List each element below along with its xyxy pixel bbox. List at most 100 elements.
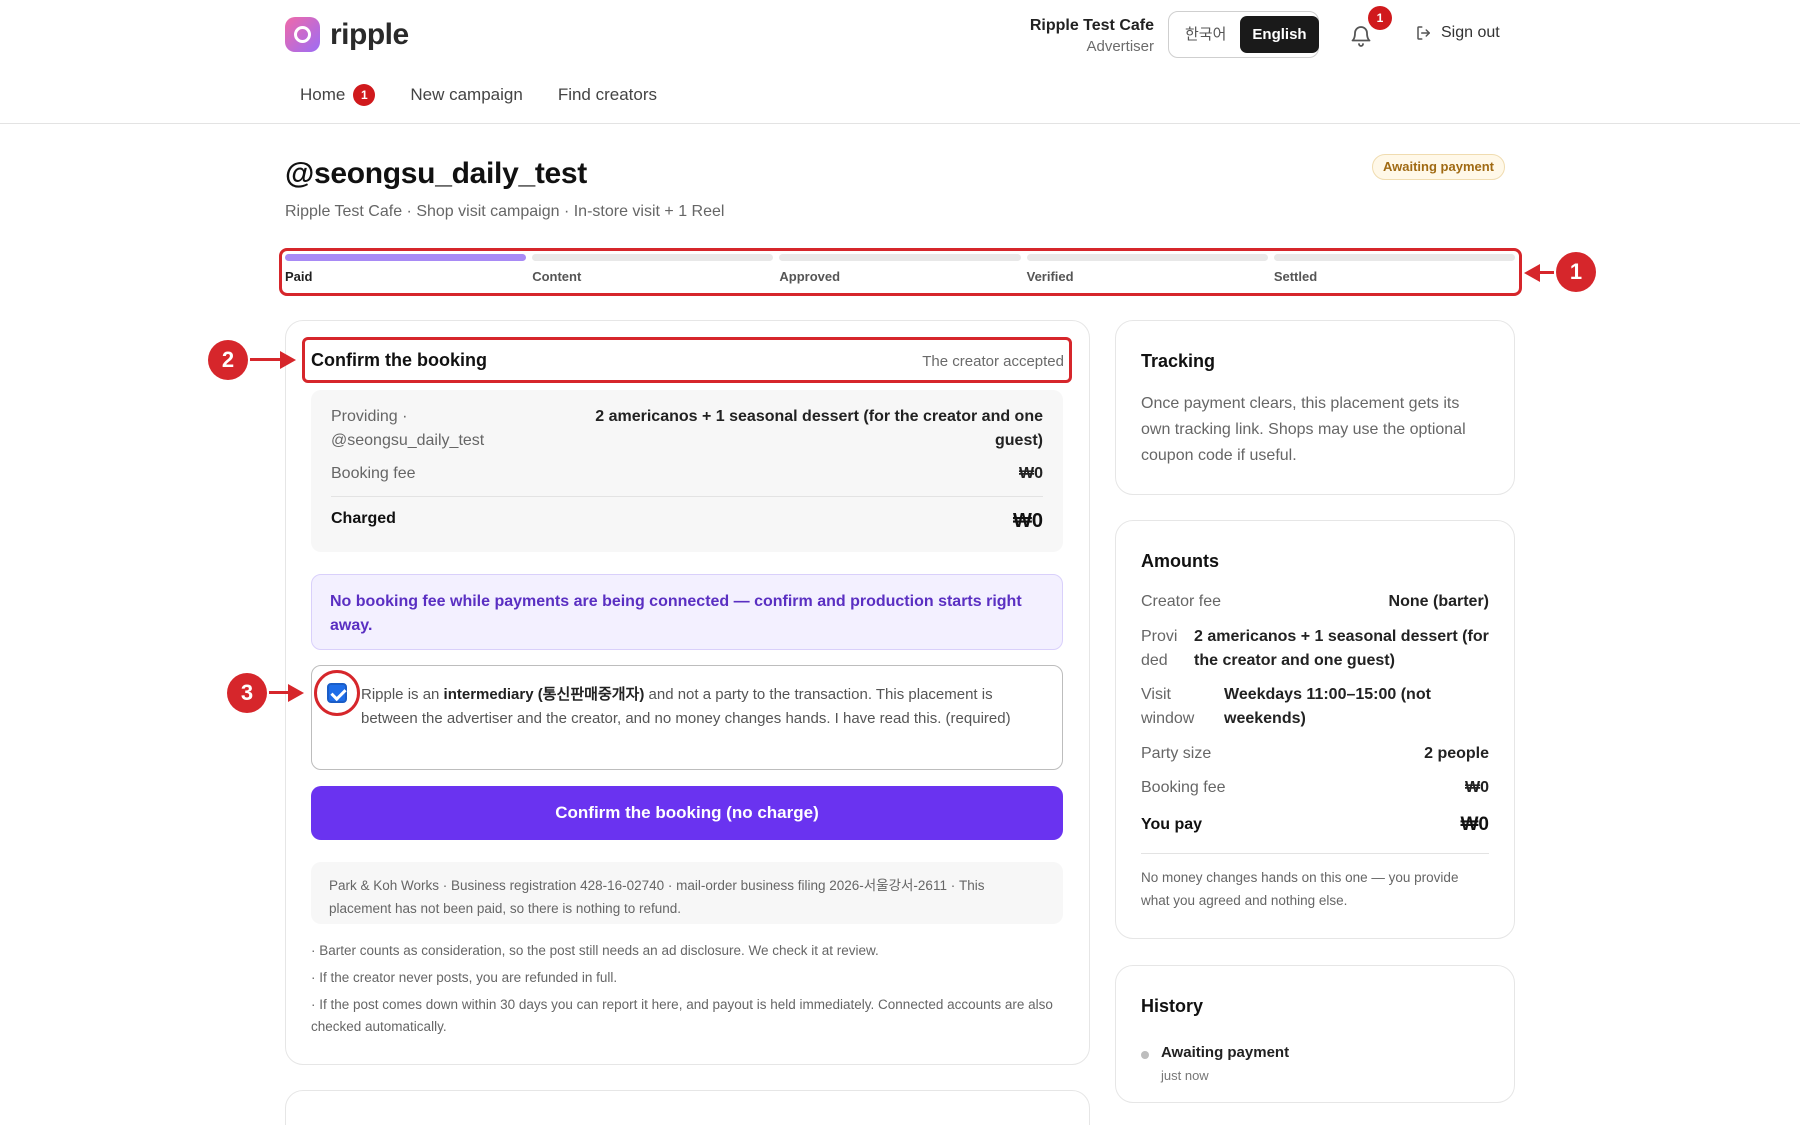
amount-row-you-pay: You pay ₩0 [1141, 813, 1489, 837]
logo[interactable]: ripple [285, 17, 409, 52]
bell-icon[interactable] [1349, 24, 1373, 48]
account-name: Ripple Test Cafe [1029, 17, 1154, 34]
nav-item-find-creators[interactable]: Find creators [558, 85, 657, 105]
progress-step-paid: Paid [285, 254, 527, 284]
summary-value: ₩0 [1019, 465, 1043, 482]
nav-item-new-campaign[interactable]: New campaign [410, 85, 522, 105]
annotation-callout-3: 3 [227, 673, 267, 713]
sign-out-icon [1417, 26, 1430, 40]
language-switch: 한국어 English [1168, 11, 1319, 58]
section-meta: The creator accepted [922, 353, 1064, 370]
annotation-arrow [269, 691, 289, 694]
page-title: @seongsu_daily_test [285, 157, 587, 190]
history-time: just now [1161, 1068, 1209, 1083]
divider [1141, 853, 1489, 854]
progress-bar [285, 254, 527, 261]
nav-item-label: New campaign [410, 85, 523, 104]
account-role: Advertiser [1086, 38, 1154, 55]
legal-notice: Park & Koh Works · Business registration… [311, 862, 1063, 924]
consent-text-bold: intermediary (통신판매중개자) [443, 686, 645, 703]
amounts-note: No money changes hands on this one — you… [1141, 870, 1459, 908]
progress-step-label: Verified [1026, 269, 1074, 284]
summary-row-providing: Providing · @seongsu_daily_test 2 americ… [331, 405, 1043, 453]
booking-summary: Providing · @seongsu_daily_test 2 americ… [311, 390, 1063, 552]
consent-text-pre: Ripple is an [361, 686, 444, 703]
annotation-arrowhead [280, 351, 296, 369]
sign-out-button[interactable]: Sign out [1415, 24, 1500, 42]
amount-value: 2 people [1424, 745, 1489, 762]
progress-bar [532, 254, 774, 261]
app-header: ripple Ripple Test Cafe Advertiser 한국어 E… [0, 0, 1800, 124]
tracking-title: Tracking [1141, 351, 1216, 371]
progress-step-verified: Verified [1026, 254, 1268, 284]
amount-label: Party size [1141, 745, 1212, 762]
summary-label: Charged [331, 510, 396, 527]
sign-out-label: Sign out [1441, 24, 1500, 41]
language-option-korean[interactable]: 한국어 [1173, 16, 1238, 53]
amount-row-creator-fee: Creator fee None (barter) [1141, 590, 1489, 614]
amount-value: ₩0 [1465, 779, 1489, 796]
amount-label: Creator fee [1141, 593, 1222, 610]
nav-item-home[interactable]: Home 1 [300, 84, 376, 106]
next-card [285, 1090, 1090, 1125]
amount-row-provided: Provided 2 americanos + 1 seasonal desse… [1141, 625, 1489, 673]
amount-value: None (barter) [1388, 593, 1489, 610]
amounts-title: Amounts [1141, 551, 1219, 571]
tracking-card: Tracking Once payment clears, this place… [1115, 320, 1515, 495]
progress-step-label: Approved [779, 269, 841, 284]
progress-step-content: Content [532, 254, 774, 284]
amount-value: ₩0 [1460, 814, 1490, 835]
status-badge: Awaiting payment [1372, 154, 1506, 180]
progress-step-label: Paid [285, 269, 313, 284]
annotation-arrow [250, 358, 280, 361]
annotation-arrowhead [1524, 264, 1540, 282]
nav-item-label: Find creators [557, 85, 658, 104]
progress-bar [779, 254, 1021, 261]
summary-row-booking-fee: Booking fee ₩0 [331, 465, 1043, 483]
annotation-callout-1: 1 [1556, 252, 1596, 292]
nav-badge: 1 [353, 84, 376, 106]
account-info: Ripple Test Cafe Advertiser [1030, 17, 1154, 55]
main-nav: Home 1 New campaign Find creators [300, 84, 657, 106]
consent-text: Ripple is an intermediary (통신판매중개자) and … [361, 683, 1041, 731]
amount-label: Booking fee [1141, 779, 1226, 796]
consent-box[interactable]: Ripple is an intermediary (통신판매중개자) and … [311, 665, 1063, 770]
divider [331, 496, 1043, 497]
progress-step-settled: Settled [1273, 254, 1516, 284]
amount-value: Weekdays 11:00–15:00 (not weekends) [1224, 686, 1431, 727]
summary-value: 2 americanos + 1 seasonal dessert (for t… [595, 408, 1043, 449]
annotation-ring-checkbox [314, 670, 360, 716]
note-item: · If the creator never posts, you are re… [311, 970, 618, 985]
history-card: History Awaiting payment just now [1115, 965, 1515, 1103]
progress-step-label: Content [532, 269, 582, 284]
amount-label: Provided [1141, 628, 1178, 669]
section-title: Confirm the booking [311, 350, 487, 370]
amounts-card: Amounts Creator fee None (barter) Provid… [1115, 520, 1515, 939]
summary-value: ₩0 [1013, 510, 1043, 532]
info-banner: No booking fee while payments are being … [311, 574, 1063, 650]
history-event: Awaiting payment [1161, 1044, 1290, 1061]
progress-step-label: Settled [1273, 269, 1318, 284]
notification-badge: 1 [1368, 6, 1392, 30]
ripple-logo-icon [285, 17, 320, 52]
page-subtitle: Ripple Test Cafe · Shop visit campaign ·… [285, 203, 725, 220]
summary-label: Booking fee [331, 465, 416, 482]
progress-steps: Paid Content Approved Verified Settled [285, 254, 1516, 284]
amount-row-booking-fee: Booking fee ₩0 [1141, 776, 1489, 800]
amount-row-party-size: Party size 2 people [1141, 742, 1489, 766]
history-dot-icon [1141, 1051, 1149, 1059]
amount-label: Visit window [1141, 686, 1195, 727]
summary-row-charged: Charged ₩0 [331, 510, 1043, 533]
progress-step-approved: Approved [779, 254, 1021, 284]
amount-label: You pay [1141, 816, 1203, 833]
summary-label: Providing · @seongsu_daily_test [331, 408, 485, 449]
note-item: · Barter counts as consideration, so the… [311, 943, 879, 958]
nav-item-label: Home [300, 85, 346, 104]
confirm-booking-button[interactable]: Confirm the booking (no charge) [311, 786, 1063, 840]
booking-notes: · Barter counts as consideration, so the… [311, 940, 1063, 1043]
annotation-callout-2: 2 [208, 340, 248, 380]
amount-row-visit-window: Visit window Weekdays 11:00–15:00 (not w… [1141, 683, 1489, 731]
language-option-english[interactable]: English [1240, 16, 1319, 53]
amount-value: 2 americanos + 1 seasonal dessert (for t… [1194, 628, 1489, 669]
tracking-text: Once payment clears, this placement gets… [1141, 395, 1466, 464]
